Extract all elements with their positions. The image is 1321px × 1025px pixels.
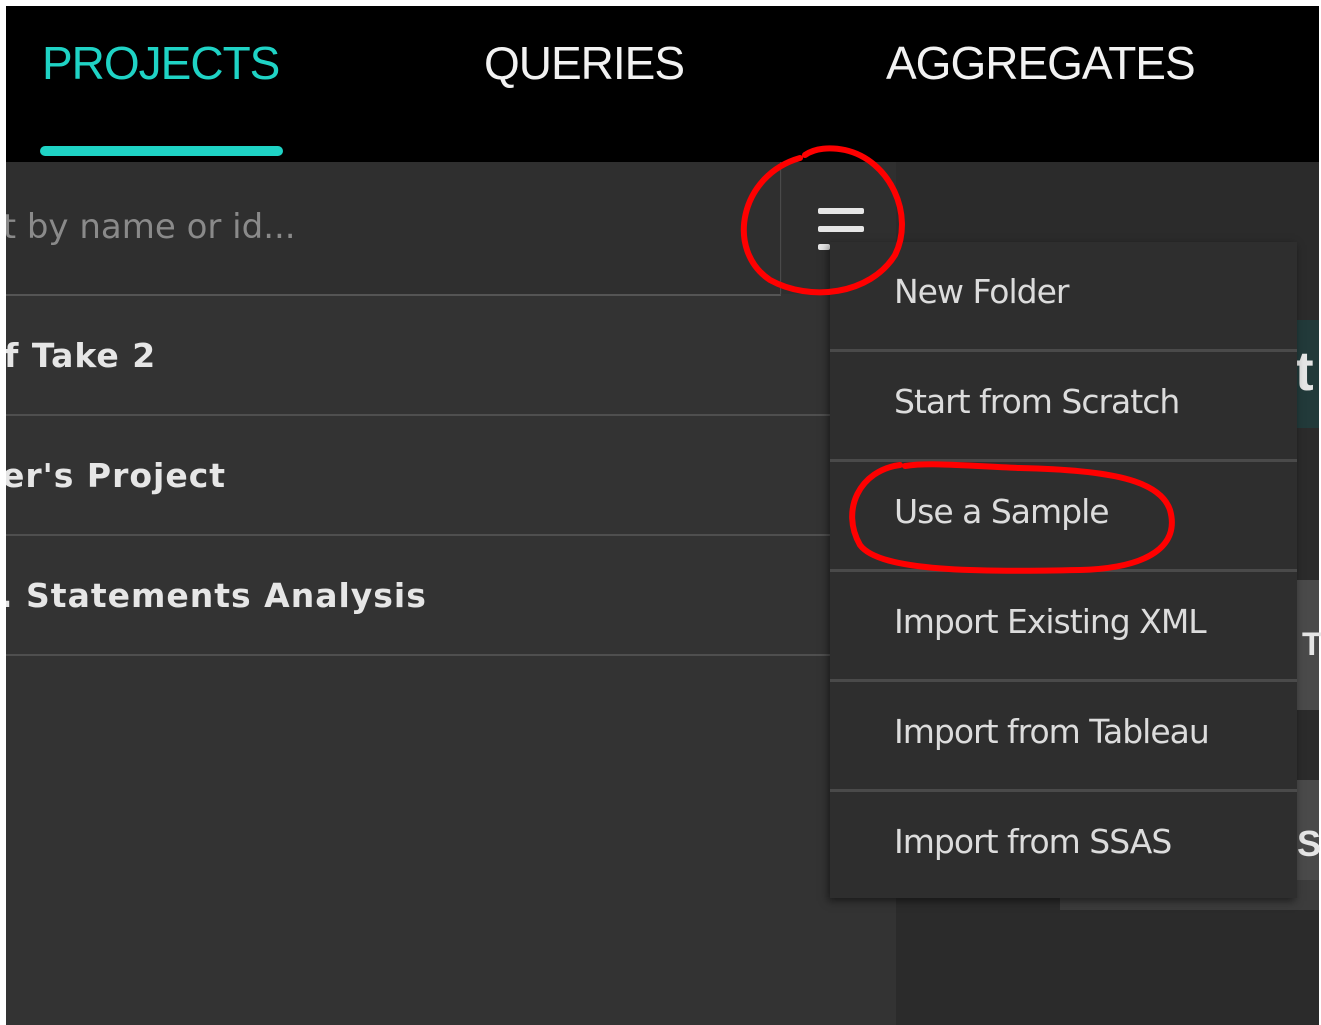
menu-item-use-a-sample[interactable]: Use a Sample: [830, 462, 1297, 572]
menu-item-new-folder[interactable]: New Folder: [830, 242, 1297, 352]
project-list-item[interactable]: . Statements Analysis: [6, 536, 830, 656]
content-card-label-fragment: T: [1302, 626, 1321, 662]
app-window: PROJECTS QUERIES AGGREGATES t T S f Take…: [0, 0, 1321, 1025]
menu-item-import-from-ssas[interactable]: Import from SSAS: [830, 792, 1297, 899]
tab-queries[interactable]: QUERIES: [484, 40, 685, 86]
active-tab-indicator: [40, 146, 283, 156]
project-search-input[interactable]: [6, 202, 566, 252]
menu-item-label: Import Existing XML: [894, 602, 1207, 641]
project-name: f Take 2: [6, 336, 157, 375]
menu-item-label: Import from Tableau: [894, 712, 1210, 751]
tab-projects[interactable]: PROJECTS: [42, 40, 280, 86]
tab-aggregates[interactable]: AGGREGATES: [886, 40, 1196, 86]
menu-item-label: Import from SSAS: [894, 822, 1172, 861]
menu-item-label: Start from Scratch: [894, 382, 1180, 421]
top-nav-bar: PROJECTS QUERIES AGGREGATES: [6, 6, 1319, 162]
hamburger-menu-icon-line: [818, 226, 864, 232]
content-card-label-fragment: S: [1297, 823, 1321, 864]
search-row: [6, 162, 781, 296]
project-list-item[interactable]: f Take 2: [6, 296, 830, 416]
menu-item-label: New Folder: [894, 272, 1069, 311]
menu-item-import-from-tableau[interactable]: Import from Tableau: [830, 682, 1297, 792]
menu-item-label: Use a Sample: [894, 492, 1110, 531]
project-name: . Statements Analysis: [6, 576, 427, 615]
project-list: f Take 2 er's Project . Statements Analy…: [6, 296, 830, 656]
hamburger-menu-icon-line: [818, 244, 830, 250]
content-title-fragment: t: [1295, 339, 1314, 402]
new-project-dropdown-menu: New Folder Start from Scratch Use a Samp…: [830, 242, 1297, 898]
hamburger-menu-icon: [818, 208, 864, 214]
project-panel: f Take 2 er's Project . Statements Analy…: [6, 162, 896, 1025]
menu-item-start-from-scratch[interactable]: Start from Scratch: [830, 352, 1297, 462]
project-list-item[interactable]: er's Project: [6, 416, 830, 536]
project-name: er's Project: [6, 456, 227, 495]
menu-item-import-existing-xml[interactable]: Import Existing XML: [830, 572, 1297, 682]
